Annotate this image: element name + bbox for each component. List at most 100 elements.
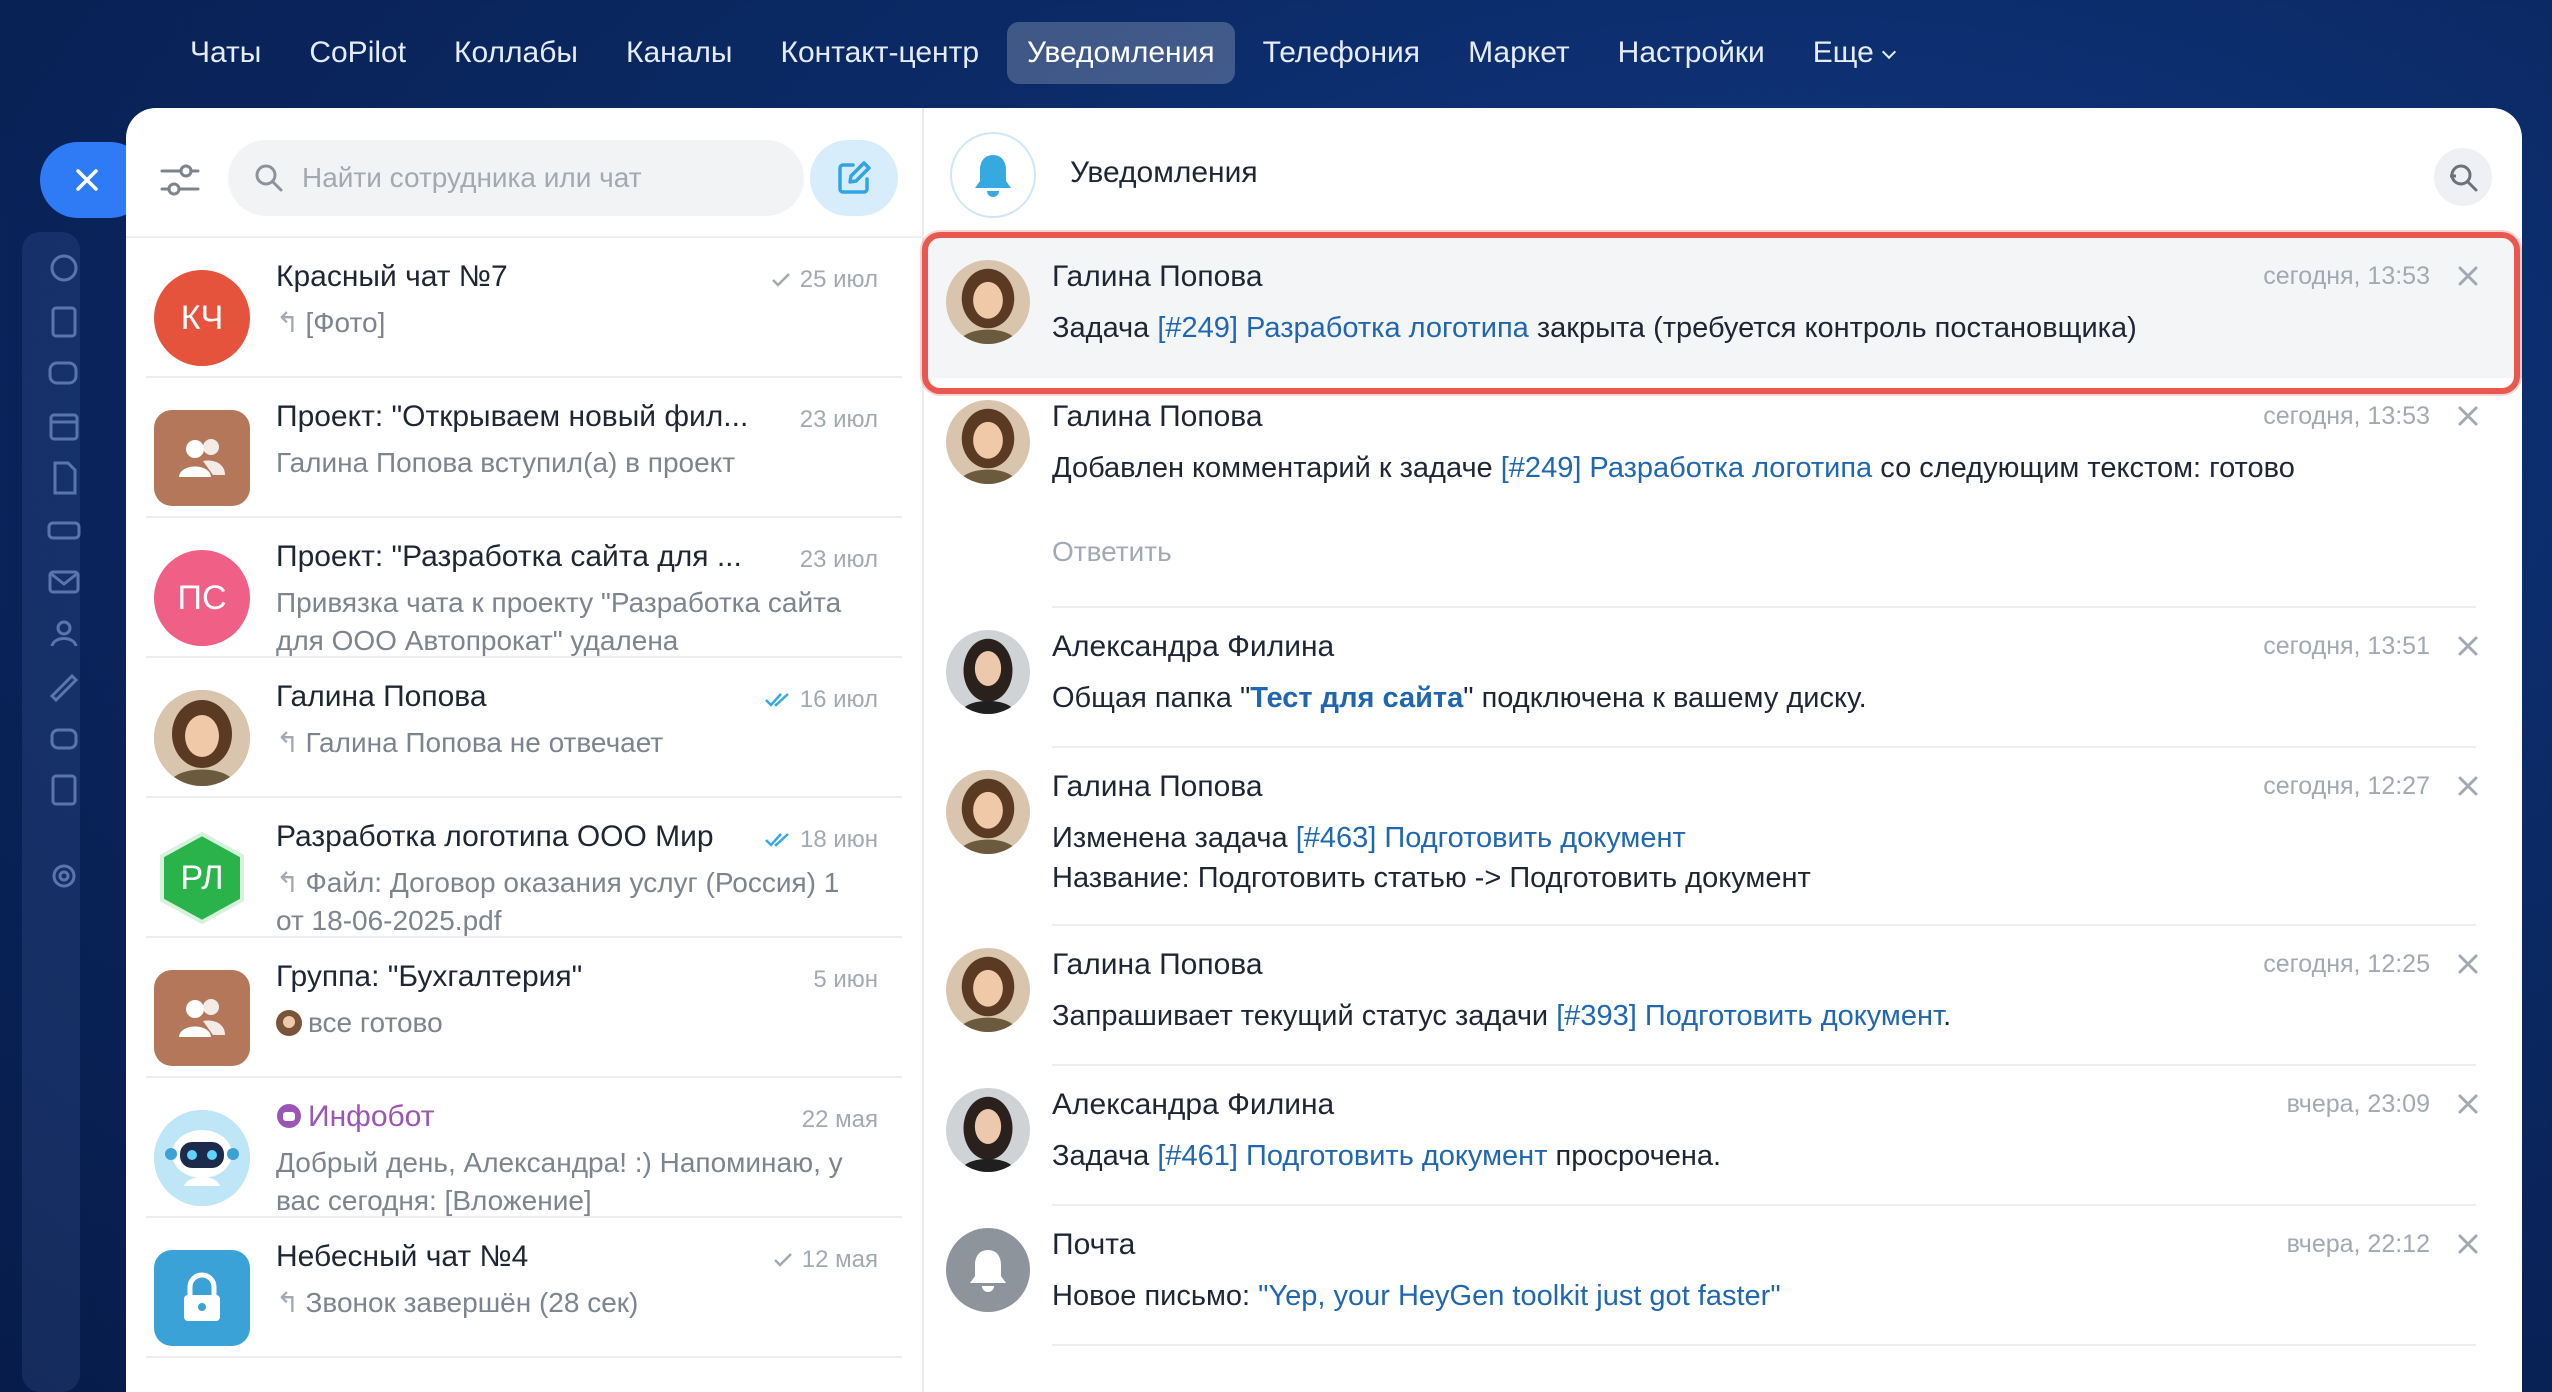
drive-icon[interactable]: [44, 510, 84, 550]
nav-more[interactable]: Еще: [1793, 22, 1914, 84]
notification-item[interactable]: Галина Попова сегодня, 12:27 Изменена за…: [926, 748, 2522, 926]
chat-preview: ↰ Файл: Договор оказания услуг (Россия) 1…: [276, 864, 866, 940]
close-icon[interactable]: [2454, 632, 2482, 660]
close-icon[interactable]: [2454, 402, 2482, 430]
chat-date-text: 18 июн: [799, 826, 878, 853]
chevron-down-icon: [1881, 44, 1896, 60]
notification-author[interactable]: Галина Попова: [1052, 948, 1263, 982]
notification-author[interactable]: Почта: [1052, 1228, 1135, 1262]
chat-date-text: 25 июл: [799, 266, 878, 293]
avatar-initials: КЧ: [180, 298, 224, 337]
nav-more-label: Еще: [1812, 36, 1874, 69]
text-prefix: Задача: [1052, 1140, 1158, 1172]
nav-notifications[interactable]: Уведомления: [1007, 22, 1235, 84]
notification-item[interactable]: Галина Попова сегодня, 12:25 Запрашивает…: [926, 926, 2522, 1066]
chat-item-sky-chat-4[interactable]: Небесный чат №4 12 мая ↰ Звонок завершён …: [126, 1218, 922, 1358]
notification-author[interactable]: Александра Филина: [1052, 630, 1334, 664]
sign-icon[interactable]: [44, 666, 84, 706]
close-icon[interactable]: [2454, 262, 2482, 290]
notification-item[interactable]: Александра Филина сегодня, 13:51 Общая п…: [926, 608, 2522, 748]
lock-icon: [184, 1272, 220, 1321]
system-avatar: [946, 1228, 1030, 1312]
nav-telephony[interactable]: Телефония: [1243, 22, 1440, 84]
bot-icon[interactable]: [44, 718, 84, 758]
notification-time: сегодня, 13:53: [2263, 402, 2430, 430]
new-chat-button[interactable]: [810, 140, 898, 216]
group-avatar: [154, 970, 250, 1066]
chat-list-column: КЧ Красный чат №7 25 июл ↰[Фото] Проект:: [126, 108, 924, 1392]
chat-item-logo-development[interactable]: РЛ Разработка логотипа ООО Мир 18 июн ↰ Ф…: [126, 798, 922, 938]
task-link[interactable]: [#249] Разработка логотипа: [1157, 312, 1528, 344]
close-icon[interactable]: [2454, 1090, 2482, 1118]
filter-button[interactable]: [154, 154, 206, 206]
left-rail: [0, 106, 148, 1392]
chat-item-red-chat-7[interactable]: КЧ Красный чат №7 25 июл ↰ [Фото]: [126, 238, 922, 378]
check-icon: [773, 1253, 792, 1267]
settings-gear-icon[interactable]: [44, 856, 84, 896]
notification-time: сегодня, 13:53: [2263, 262, 2430, 290]
chat-list: КЧ Красный чат №7 25 июл ↰ [Фото] Проект:: [126, 238, 922, 1358]
chat-item-accounting-group[interactable]: Группа: "Бухгалтерия" 5 июн все готово: [126, 938, 922, 1078]
notifications-search-button[interactable]: [2434, 148, 2492, 206]
calendar-icon[interactable]: [44, 406, 84, 446]
notification-item[interactable]: Почта вчера, 22:12 Новое письмо: "Yep, y…: [926, 1206, 2522, 1346]
messenger-panel: КЧ Красный чат №7 25 июл ↰[Фото] Проект:: [126, 108, 2522, 1392]
notification-list: Галина Попова сегодня, 13:53 Задача [#24…: [926, 238, 2522, 1346]
chat-preview-text: Файл: Договор оказания услуг (Россия) 1 …: [276, 867, 840, 936]
chat-title: Проект: "Открываем новый фил...: [276, 400, 749, 433]
nav-chats[interactable]: Чаты: [170, 22, 281, 84]
notification-author[interactable]: Галина Попова: [1052, 260, 1263, 294]
task-link[interactable]: [#461] Подготовить документ: [1157, 1140, 1547, 1172]
folder-link[interactable]: Тест для сайта: [1250, 682, 1463, 714]
close-icon[interactable]: [2454, 772, 2482, 800]
chat-item-project-new-branch[interactable]: Проект: "Открываем новый фил... 23 июл Г…: [126, 378, 922, 518]
reply-link[interactable]: Ответить: [1052, 536, 1172, 568]
chat-preview: Привязка чата к проекту "Разработка сайт…: [276, 584, 866, 660]
chat-preview: ↰ Звонок завершён (28 сек): [276, 1284, 866, 1322]
nav-copilot[interactable]: CoPilot: [289, 22, 426, 84]
mail-icon[interactable]: [44, 562, 84, 602]
notification-author[interactable]: Галина Попова: [1052, 400, 1263, 434]
document-icon[interactable]: [44, 302, 84, 342]
notification-author[interactable]: Галина Попова: [1052, 770, 1263, 804]
search-input[interactable]: [302, 162, 782, 194]
notification-author[interactable]: Александра Филина: [1052, 1088, 1334, 1122]
chat-title-text: Инфобот: [308, 1100, 435, 1133]
nav-market[interactable]: Маркет: [1448, 22, 1590, 84]
search-box[interactable]: [228, 140, 804, 216]
close-icon[interactable]: [2454, 950, 2482, 978]
edit-document-icon[interactable]: [44, 770, 84, 810]
notification-item[interactable]: Галина Попова сегодня, 13:53 Задача [#24…: [926, 238, 2522, 378]
user-avatar-photo: [946, 948, 1030, 1032]
chat-bubble-icon[interactable]: [44, 354, 84, 394]
email-link[interactable]: "Yep, your HeyGen toolkit just got faste…: [1258, 1280, 1780, 1312]
task-link[interactable]: [#463] Подготовить документ: [1296, 822, 1686, 854]
chat-item-galina-popova[interactable]: Галина Попова 16 июл ↰ Галина Попова не о…: [126, 658, 922, 798]
close-icon[interactable]: [2454, 1230, 2482, 1258]
nav-collabs[interactable]: Коллабы: [434, 22, 598, 84]
notification-time: вчера, 22:12: [2286, 1230, 2430, 1258]
tasks-icon[interactable]: [44, 248, 84, 288]
user-avatar-photo: [946, 630, 1030, 714]
chat-item-project-website[interactable]: ПС Проект: "Разработка сайта для ... 23 …: [126, 518, 922, 658]
notification-time: сегодня, 12:25: [2263, 950, 2430, 978]
text-prefix: Добавлен комментарий к задаче: [1052, 452, 1501, 484]
notification-item[interactable]: Галина Попова сегодня, 13:53 Добавлен ко…: [926, 378, 2522, 608]
contacts-icon[interactable]: [44, 614, 84, 654]
chat-date: 12 мая: [772, 1246, 878, 1274]
chat-item-infobot[interactable]: Инфобот 22 мая Добрый день, Александра! …: [126, 1078, 922, 1218]
nav-contact-center[interactable]: Контакт-центр: [760, 22, 999, 84]
task-link[interactable]: [#393] Подготовить документ: [1556, 1000, 1943, 1032]
task-link[interactable]: [#249] Разработка логотипа: [1501, 452, 1872, 484]
text-suffix: .: [1943, 1000, 1952, 1032]
group-avatar: [154, 410, 250, 506]
file-icon[interactable]: [44, 458, 84, 498]
notification-item[interactable]: Александра Филина вчера, 23:09 Задача [#…: [926, 1066, 2522, 1206]
bell-icon: [970, 1250, 1006, 1292]
reply-arrow-icon: ↰: [276, 867, 300, 898]
chat-preview-text: Добрый день, Александра! :) Напоминаю, у…: [276, 1147, 843, 1216]
avatar: ПС: [154, 550, 250, 646]
nav-channels[interactable]: Каналы: [606, 22, 752, 84]
nav-settings[interactable]: Настройки: [1598, 22, 1785, 84]
chat-title: Инфобот: [276, 1100, 776, 1134]
